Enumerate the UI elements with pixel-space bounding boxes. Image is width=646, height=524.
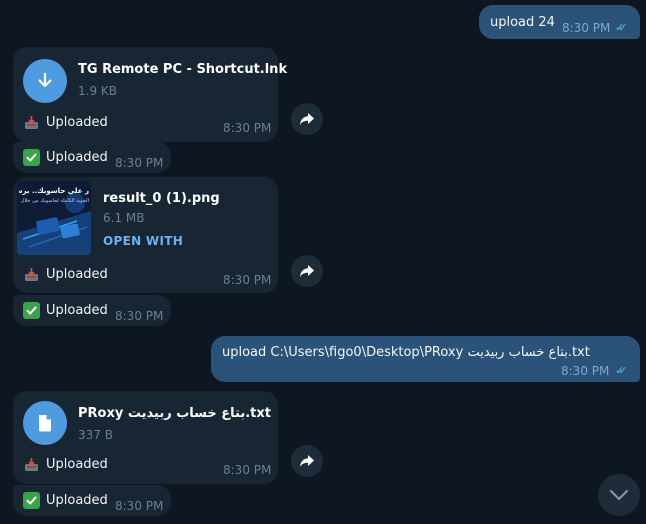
share-forward-icon[interactable] — [291, 103, 323, 135]
caption: Uploaded — [23, 114, 108, 131]
thumbnail-text: ر علي حاسوبك.. برسالة ليك — [19, 187, 89, 195]
file-size: 1.9 KB — [78, 84, 117, 98]
green-check-emoji — [23, 302, 40, 319]
file-message[interactable]: TG Remote PC - Shortcut.lnk 1.9 KB Uploa… — [13, 47, 287, 142]
file-size: 337 B — [78, 428, 113, 442]
message-text: Uploaded — [46, 493, 108, 508]
open-with-link[interactable]: OPEN WITH — [103, 234, 183, 248]
image-thumbnail[interactable]: ر علي حاسوبك.. برسالة ليك الحوية الكاملة… — [17, 181, 91, 255]
caption: Uploaded — [23, 456, 108, 473]
file-message[interactable]: PRoxy بتاع خساب ربيديت.txt 337 B Uploade… — [13, 391, 278, 484]
outgoing-message[interactable]: upload 24 8:30 PM ✓✓ — [479, 5, 640, 39]
green-check-emoji — [23, 149, 40, 166]
thumbnail-subtext: الحوية الكاملة لحاسوبك من خلال تيليجرام — [19, 198, 89, 204]
share-forward-icon[interactable] — [291, 445, 323, 477]
message-time: 8:30 PM — [562, 21, 611, 35]
message-time: 8:30 PM — [115, 309, 164, 323]
double-check-icon: ✓✓ — [615, 21, 628, 34]
download-arrow-icon[interactable] — [23, 59, 67, 103]
message-text: upload 24 — [490, 15, 555, 30]
message-time: 8:30 PM — [115, 499, 164, 513]
inbox-tray-emoji — [23, 456, 40, 473]
message-text: Uploaded — [46, 303, 108, 318]
caption-text: Uploaded — [46, 267, 108, 282]
file-name: TG Remote PC - Shortcut.lnk — [78, 62, 288, 77]
caption-text: Uploaded — [46, 115, 108, 130]
caption-text: Uploaded — [46, 457, 108, 472]
message-time: 8:30 PM — [223, 463, 272, 477]
outgoing-message[interactable]: upload C:\Users\figo0\Desktop\PRoxy بتاع… — [211, 336, 640, 382]
text-message[interactable]: Uploaded 8:30 PM — [13, 485, 171, 516]
file-message[interactable]: ر علي حاسوبك.. برسالة ليك الحوية الكاملة… — [13, 177, 278, 293]
message-text: upload C:\Users\figo0\Desktop\PRoxy بتاع… — [222, 345, 590, 360]
caption: Uploaded — [23, 266, 108, 283]
file-name: result_0 (1).png — [103, 191, 220, 206]
file-size: 6.1 MB — [103, 211, 145, 225]
chevron-down-icon — [610, 490, 628, 500]
inbox-tray-emoji — [23, 114, 40, 131]
green-check-emoji — [23, 492, 40, 509]
message-time: 8:30 PM — [115, 156, 164, 170]
file-name: PRoxy بتاع خساب ربيديت.txt — [78, 406, 271, 421]
message-time: 8:30 PM — [223, 273, 272, 287]
text-message[interactable]: Uploaded 8:30 PM — [13, 295, 171, 326]
scroll-down-button[interactable] — [598, 474, 640, 516]
document-icon[interactable] — [23, 401, 67, 445]
message-text: Uploaded — [46, 150, 108, 165]
inbox-tray-emoji — [23, 266, 40, 283]
double-check-icon: ✓✓ — [615, 364, 628, 377]
text-message[interactable]: Uploaded 8:30 PM — [13, 142, 171, 173]
message-time: 8:30 PM — [223, 121, 272, 135]
message-time: 8:30 PM — [561, 364, 610, 378]
share-forward-icon[interactable] — [291, 255, 323, 287]
